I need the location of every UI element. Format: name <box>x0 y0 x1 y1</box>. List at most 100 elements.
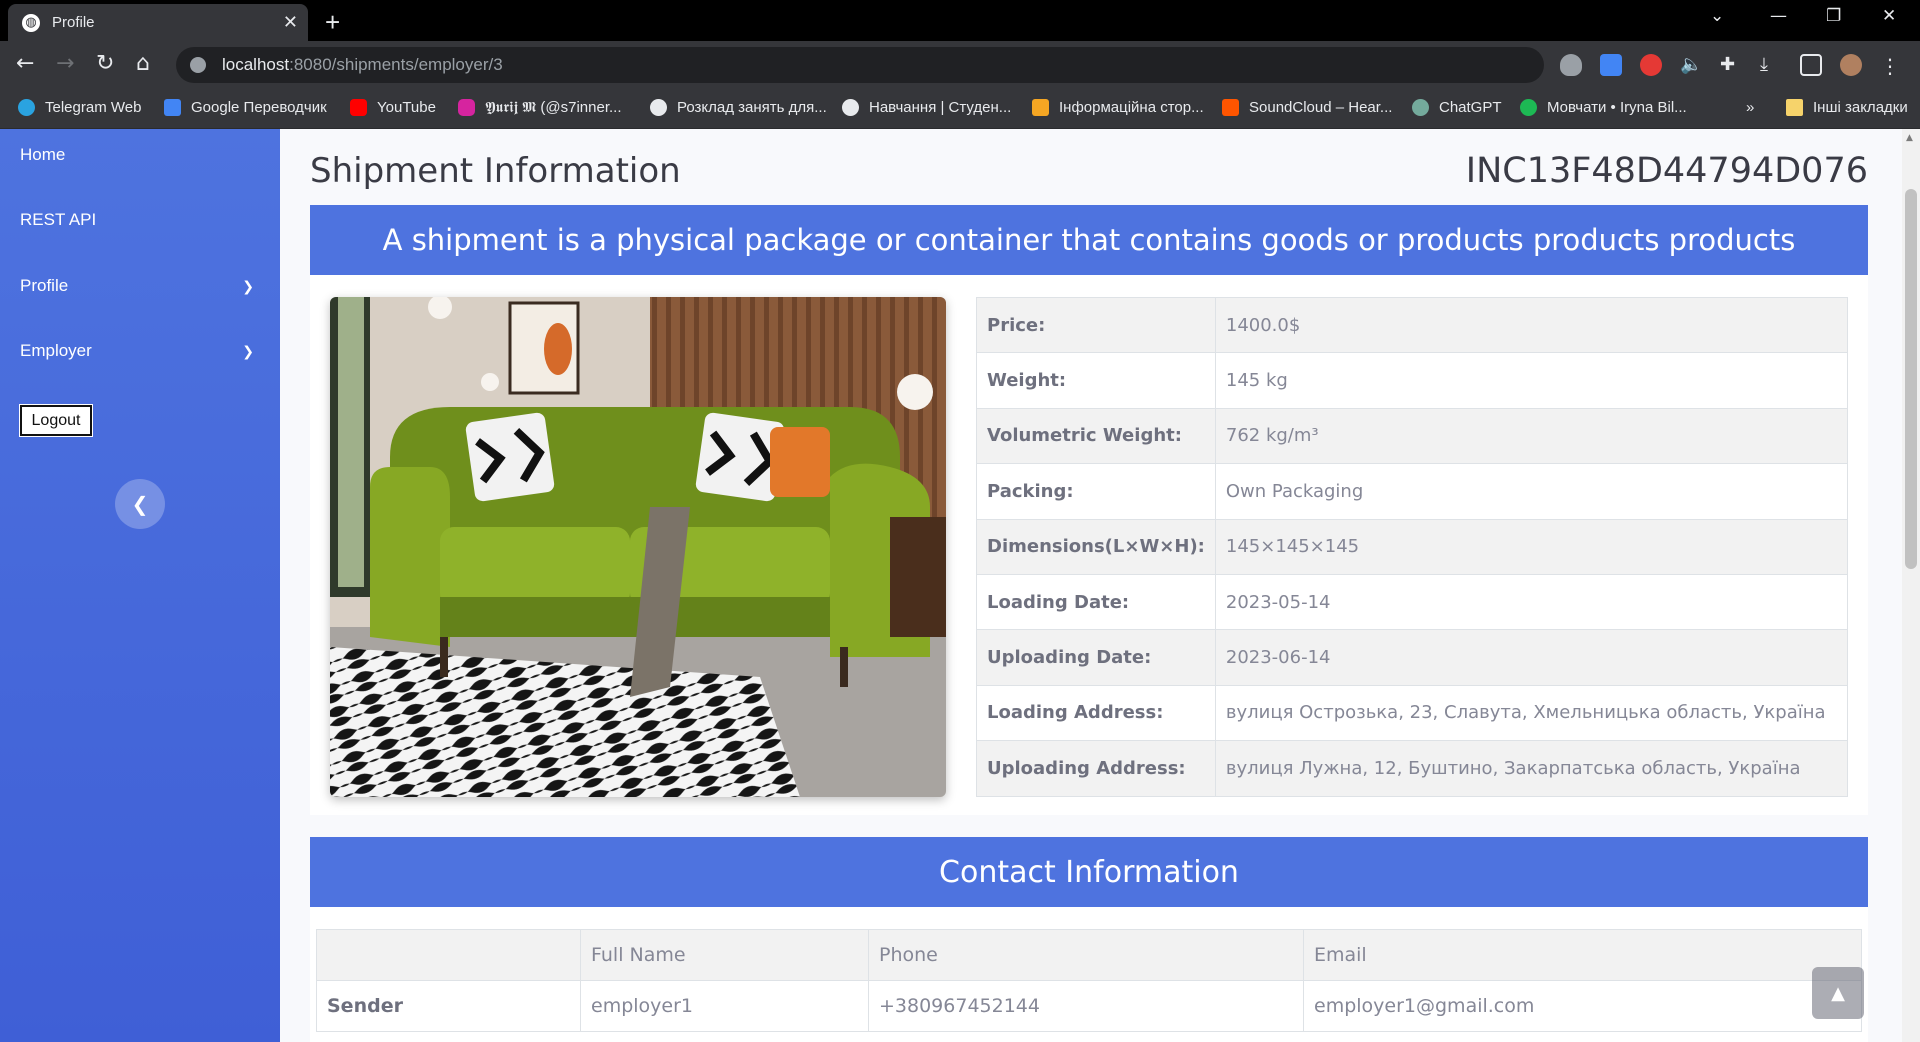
column-header: Full Name <box>580 929 869 981</box>
sidebar-toggle-button[interactable]: ❮ <box>115 479 165 529</box>
detail-label: Uploading Address: <box>976 740 1216 797</box>
site-info-icon[interactable] <box>190 57 206 73</box>
detail-value: 1400.0$ <box>1214 296 1849 354</box>
bookmark-item[interactable]: Мовчати • Iryna Bil... <box>1520 99 1687 116</box>
home-icon[interactable]: ⌂ <box>136 51 150 76</box>
table-row: Volumetric Weight: 762 kg/m³ <box>976 407 1849 465</box>
reload-icon[interactable]: ↻ <box>96 51 114 76</box>
soundcloud-icon <box>1222 99 1239 116</box>
close-window-icon[interactable]: ✕ <box>1882 6 1896 26</box>
detail-value: вулиця Лужна, 12, Буштино, Закарпатська … <box>1214 740 1849 797</box>
detail-value: 145×145×145 <box>1214 518 1849 575</box>
detail-label: Uploading Date: <box>976 629 1216 686</box>
sofa-image <box>330 297 946 797</box>
detail-value: 2023-05-14 <box>1214 573 1849 631</box>
scroll-to-top-button[interactable]: ▲ <box>1812 967 1864 1019</box>
menu-kebab-icon[interactable]: ⋮ <box>1880 54 1902 78</box>
shield-extension-icon[interactable] <box>1560 54 1582 76</box>
other-bookmarks-folder[interactable]: Інші закладки <box>1786 99 1908 116</box>
chevron-right-icon[interactable]: ❯ <box>242 279 254 295</box>
globe-icon: ◍ <box>22 13 40 32</box>
sidebar-item-home[interactable]: Home <box>20 145 260 165</box>
chevron-right-icon[interactable]: ❯ <box>242 344 254 360</box>
side-panel-icon[interactable] <box>1800 54 1822 76</box>
bookmark-item[interactable]: Google Переводчик <box>164 99 327 116</box>
bookmark-label: Навчання | Студен... <box>869 99 1012 116</box>
new-tab-button[interactable]: + <box>325 7 340 38</box>
url-path: :8080/shipments/employer/3 <box>289 55 503 74</box>
column-header: Phone <box>868 929 1304 981</box>
bookmark-item[interactable]: Інформаційна стор... <box>1032 99 1204 116</box>
bookmark-item[interactable]: SoundCloud – Hear... <box>1222 99 1392 116</box>
folder-icon <box>1786 99 1803 116</box>
bookmark-label: YouTube <box>377 99 436 116</box>
more-bookmarks-button[interactable]: » <box>1746 99 1754 116</box>
adblock-extension-icon[interactable] <box>1640 54 1662 76</box>
detail-label: Volumetric Weight: <box>976 407 1216 465</box>
other-bookmarks-label: Інші закладки <box>1813 99 1908 116</box>
shipment-details-table: Price: 1400.0$ Weight: 145 kg Volumetric W… <box>976 296 1849 797</box>
sidebar-item-rest-api[interactable]: REST API <box>20 210 260 230</box>
sidebar: Home REST API Profile ❯ Employer ❯ Logou… <box>0 129 280 1042</box>
bookmark-item[interactable]: 𝖄𝖚𝖗𝖎𝖏 𝕸 (@s7inner... <box>458 99 621 116</box>
forward-icon[interactable]: → <box>56 51 74 76</box>
sidebar-item-label: Home <box>20 145 66 164</box>
bookmark-item[interactable]: YouTube <box>350 99 436 116</box>
address-bar[interactable]: localhost :8080/shipments/employer/3 <box>176 47 1544 83</box>
detail-label: Price: <box>976 296 1216 354</box>
contact-title: Contact Information <box>939 854 1239 890</box>
table-row: Packing: Own Packaging <box>976 463 1849 520</box>
bookmark-label: Мовчати • Iryna Bil... <box>1547 99 1687 116</box>
download-icon[interactable]: ⤓ <box>1760 54 1782 76</box>
back-icon[interactable]: ← <box>16 51 34 76</box>
sidebar-item-profile[interactable]: Profile <box>20 276 260 296</box>
sidebar-item-employer[interactable]: Employer <box>20 341 260 361</box>
table-row: Sender employer1 +380967452144 employer1… <box>316 980 1862 1032</box>
scrollbar-thumb[interactable] <box>1905 189 1917 569</box>
more-bookmarks-label: » <box>1746 99 1755 116</box>
close-tab-icon[interactable]: ✕ <box>283 12 298 33</box>
contact-name: employer1 <box>580 980 869 1032</box>
detail-label: Dimensions(L×W×H): <box>976 518 1216 575</box>
shipment-description: A shipment is a physical package or cont… <box>382 223 1796 257</box>
puzzle-extensions-icon[interactable]: ✚ <box>1720 54 1742 76</box>
minimize-icon[interactable]: — <box>1770 6 1787 26</box>
description-banner: A shipment is a physical package or cont… <box>310 205 1868 275</box>
chatgpt-icon <box>1412 99 1429 116</box>
table-row: Uploading Date: 2023-06-14 <box>976 629 1849 686</box>
avatar[interactable] <box>1840 54 1862 76</box>
table-row: Uploading Address: вулиця Лужна, 12, Бушт… <box>976 740 1849 797</box>
translate-extension-icon[interactable] <box>1600 54 1622 76</box>
url-host: localhost <box>222 55 290 74</box>
detail-label: Weight: <box>976 352 1216 409</box>
browser-tab-strip: ◍ Profile ✕ + ⌄ — ❐ ✕ <box>0 0 1920 41</box>
table-row: Loading Date: 2023-05-14 <box>976 573 1849 631</box>
tab-search-icon[interactable]: ⌄ <box>1710 6 1724 26</box>
page-viewport: Home REST API Profile ❯ Employer ❯ Logou… <box>0 129 1920 1042</box>
bookmark-label: Розклад занять для... <box>677 99 827 116</box>
scroll-up-arrow-icon[interactable]: ▲ <box>1906 133 1913 143</box>
table-row: Price: 1400.0$ <box>976 296 1849 354</box>
sidebar-item-label: REST API <box>20 210 97 229</box>
bookmark-item[interactable]: Telegram Web <box>18 99 141 116</box>
restore-icon[interactable]: ❐ <box>1826 6 1841 26</box>
contact-banner: Contact Information <box>310 837 1868 907</box>
browser-tab[interactable]: ◍ Profile ✕ <box>8 4 308 41</box>
detail-label: Packing: <box>976 463 1216 520</box>
shipment-photo <box>330 297 946 797</box>
detail-value: 2023-06-14 <box>1214 629 1849 686</box>
detail-value: 762 kg/m³ <box>1214 407 1849 465</box>
bookmark-icon <box>18 99 35 116</box>
globe-icon <box>650 99 667 116</box>
bookmark-item[interactable]: Навчання | Студен... <box>842 99 1011 116</box>
page-scrollbar[interactable]: ▲ <box>1902 129 1920 1042</box>
speaker-icon[interactable]: 🔈 <box>1680 54 1702 76</box>
table-row: Weight: 145 kg <box>976 352 1849 409</box>
logout-button[interactable]: Logout <box>20 405 92 436</box>
column-header <box>316 929 581 981</box>
bookmark-item[interactable]: ChatGPT <box>1412 99 1502 116</box>
bookmark-item[interactable]: Розклад занять для... <box>650 99 827 116</box>
browser-toolbar: ← → ↻ ⌂ localhost :8080/shipments/employ… <box>0 41 1920 89</box>
contact-phone: +380967452144 <box>868 980 1304 1032</box>
chevron-left-icon: ❮ <box>131 492 149 516</box>
